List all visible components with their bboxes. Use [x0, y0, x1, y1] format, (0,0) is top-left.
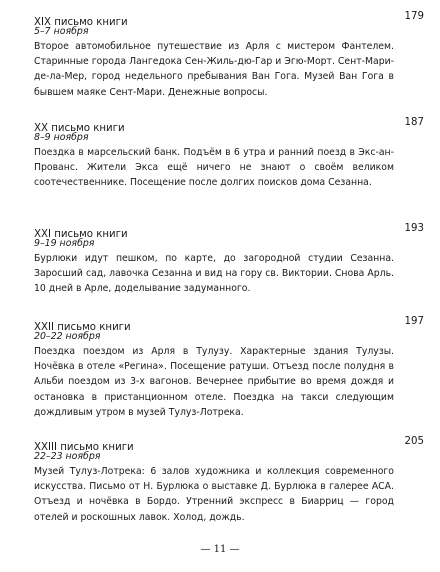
letter-header: XXII письмо книги 197	[34, 315, 424, 333]
letter-summary: Бурлюки идут пешком, по карте, до загоро…	[34, 253, 394, 295]
letter-header: XXI письмо книги 193	[34, 222, 424, 240]
book-page: XIX письмо книги 179 5–7 ноября Второе а…	[0, 0, 440, 572]
letter-header: XIX письмо книги 179	[34, 10, 424, 28]
letter-entry-19: XIX письмо книги 179 5–7 ноября Второе а…	[34, 10, 424, 100]
letter-page-number: 197	[404, 316, 424, 327]
letter-page-number: 193	[404, 223, 424, 234]
letter-title: XX письмо книги	[34, 123, 125, 134]
letter-title: XIX письмо книги	[34, 17, 128, 28]
letter-page-number: 205	[404, 436, 424, 447]
letter-title: XXII письмо книги	[34, 322, 131, 333]
page-footer-number: — 11 —	[200, 544, 240, 555]
letter-summary: Поездка поездом из Арля в Тулузу. Характ…	[34, 346, 394, 418]
letter-header: XX письмо книги 187	[34, 116, 424, 134]
letter-summary: Второе автомобильное путешествие из Арля…	[34, 41, 394, 98]
letter-page-number: 187	[404, 117, 424, 128]
letter-entry-20: XX письмо книги 187 8–9 ноября Поездка в…	[34, 116, 424, 191]
letter-entry-23: XXIII письмо книги 205 22–23 ноября Музе…	[34, 435, 424, 525]
letter-entry-21: XXI письмо книги 193 9–19 ноября Бурлюки…	[34, 222, 424, 297]
letter-page-number: 179	[404, 11, 424, 22]
letter-summary: Музей Тулуз-Лотрека: 6 залов художника и…	[34, 466, 394, 523]
letter-entry-22: XXII письмо книги 197 20–22 ноября Поезд…	[34, 315, 424, 420]
letter-summary: Поездка в марсельский банк. Подъём в 6 у…	[34, 147, 394, 189]
letter-header: XXIII письмо книги 205	[34, 435, 424, 453]
letter-title: XXI письмо книги	[34, 229, 128, 240]
letter-title: XXIII письмо книги	[34, 442, 134, 453]
